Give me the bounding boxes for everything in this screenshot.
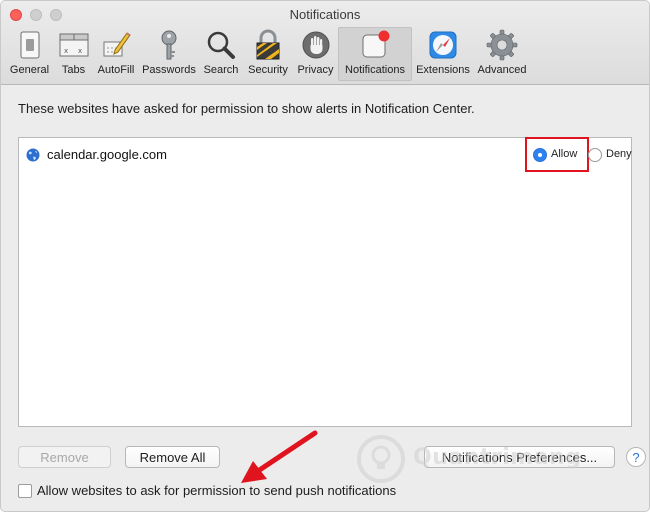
help-button[interactable]: ? — [626, 447, 646, 467]
list-item[interactable]: calendar.google.com Allow Deny — [19, 137, 632, 172]
svg-text:x: x — [78, 47, 82, 55]
advanced-gear-icon — [486, 29, 518, 61]
remove-button[interactable]: Remove — [18, 446, 111, 468]
autofill-icon — [100, 29, 132, 61]
svg-text:x: x — [64, 47, 68, 55]
search-icon — [205, 29, 237, 61]
toolbar-item-advanced[interactable]: Advanced — [474, 27, 530, 81]
toolbar-label-privacy: Privacy — [297, 64, 334, 76]
globe-icon — [26, 148, 40, 162]
passwords-key-icon — [153, 29, 185, 61]
toolbar-item-general[interactable]: General — [5, 27, 54, 81]
toolbar-label-general: General — [9, 64, 50, 76]
window-title: Notifications — [289, 7, 361, 22]
website-list[interactable]: calendar.google.com Allow Deny — [18, 137, 632, 427]
toolbar-item-security[interactable]: Security — [243, 27, 293, 81]
toolbar-label-passwords: Passwords — [142, 64, 196, 76]
notifications-icon — [359, 29, 391, 61]
title-bar: Notifications General x x Tabs AutoFill … — [1, 1, 649, 85]
remove-all-button[interactable]: Remove All — [125, 446, 220, 468]
toolbar-item-tabs[interactable]: x x Tabs — [54, 27, 93, 81]
toolbar-label-tabs: Tabs — [61, 64, 86, 76]
toolbar-item-notifications[interactable]: Notifications — [338, 27, 412, 81]
privacy-hand-icon — [300, 29, 332, 61]
toolbar-item-search[interactable]: Search — [199, 27, 243, 81]
toolbar-label-notifications: Notifications — [345, 64, 405, 76]
site-name: calendar.google.com — [47, 147, 167, 162]
toolbar-label-security: Security — [248, 64, 288, 76]
extensions-compass-icon — [427, 29, 459, 61]
toolbar-label-autofill: AutoFill — [97, 64, 135, 76]
preferences-window: Notifications General x x Tabs AutoFill … — [0, 0, 650, 512]
watermark-bulb-icon — [357, 435, 405, 483]
preferences-toolbar: General x x Tabs AutoFill Passwords Sear… — [5, 27, 530, 81]
allow-radio-label[interactable]: Allow — [551, 148, 577, 160]
allow-radio[interactable] — [533, 148, 547, 162]
toolbar-label-search: Search — [203, 64, 239, 76]
tabs-icon: x x — [58, 29, 90, 61]
notifications-preferences-button[interactable]: Notifications Preferences... — [424, 446, 615, 468]
general-icon — [14, 29, 46, 61]
push-notifications-checkbox[interactable] — [18, 484, 32, 498]
toolbar-label-extensions: Extensions — [416, 64, 470, 76]
deny-radio-label[interactable]: Deny — [606, 148, 632, 160]
toolbar-item-autofill[interactable]: AutoFill — [93, 27, 139, 81]
red-arrow-annotation — [241, 430, 318, 483]
toolbar-item-passwords[interactable]: Passwords — [139, 27, 199, 81]
push-notifications-label[interactable]: Allow websites to ask for permission to … — [37, 483, 396, 498]
toolbar-item-extensions[interactable]: Extensions — [412, 27, 474, 81]
toolbar-label-advanced: Advanced — [477, 64, 527, 76]
deny-radio[interactable] — [588, 148, 602, 162]
permission-description: These websites have asked for permission… — [18, 101, 475, 116]
toolbar-item-privacy[interactable]: Privacy — [293, 27, 338, 81]
security-lock-icon — [252, 29, 284, 61]
